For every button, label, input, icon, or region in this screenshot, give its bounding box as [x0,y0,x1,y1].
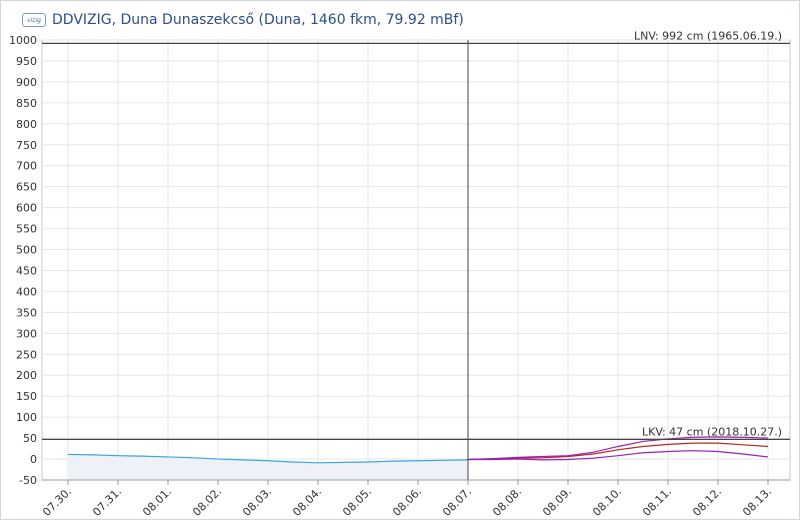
x-tick-label: 08.05. [340,485,374,519]
lkv-label: LKV: 47 cm (2018.10.27.) [642,425,782,438]
x-tick-label: 08.08. [490,485,524,519]
y-tick-label: 100 [16,411,37,424]
y-tick-label: 300 [16,327,37,340]
y-tick-label: 500 [16,244,37,257]
y-tick-label: 450 [16,264,37,277]
lnv-label: LNV: 992 cm (1965.06.19.) [634,29,782,42]
x-tick-label: 08.07. [440,485,474,519]
x-tick-label: 08.03. [240,485,274,519]
x-tick-label: 08.01. [140,485,174,519]
x-tick-label: 08.13. [740,485,774,519]
x-tick-label: 08.06. [390,485,424,519]
y-tick-label: 750 [16,139,37,152]
y-tick-label: 700 [16,160,37,173]
x-tick-label: 08.11. [640,485,674,519]
y-tick-label: 50 [23,432,37,445]
x-tick-label: 07.31. [90,485,124,519]
y-tick-label: 350 [16,306,37,319]
y-tick-label: 950 [16,55,37,68]
y-tick-label: 850 [16,97,37,110]
y-tick-label: -50 [19,474,37,487]
y-tick-label: 150 [16,390,37,403]
y-tick-label: 650 [16,181,37,194]
x-tick-label: 07.30. [40,485,74,519]
plot-area [41,39,791,481]
y-tick-label: 550 [16,223,37,236]
y-tick-label: 600 [16,202,37,215]
x-tick-label: 08.04. [290,485,324,519]
y-tick-label: 400 [16,285,37,298]
x-tick-label: 08.12. [690,485,724,519]
y-tick-label: 250 [16,348,37,361]
y-tick-label: 0 [30,453,37,466]
x-tick-label: 08.10. [590,485,624,519]
y-tick-label: 1000 [9,34,37,47]
y-tick-label: 800 [16,118,37,131]
y-tick-label: 900 [16,76,37,89]
water-level-chart: -50 0 50 100 150 200 250 300 350 400 450 500 550 600 6… [9,29,791,519]
x-tick-label: 08.09. [540,485,574,519]
y-tick-label: 200 [16,369,37,382]
x-tick-label: 08.02. [190,485,224,519]
